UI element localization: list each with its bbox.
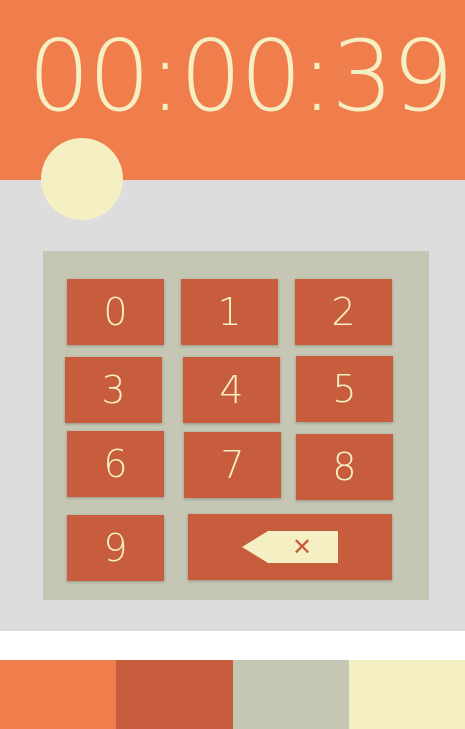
key-8[interactable]: 8 [296,434,393,500]
color-palette [0,660,465,729]
key-0[interactable]: 0 [67,279,164,345]
key-3[interactable]: 3 [65,357,162,423]
swatch-rust [116,660,233,729]
backspace-key[interactable]: ✕ [188,514,392,580]
keypad: 0 1 2 3 4 5 6 7 8 9 ✕ [43,251,429,600]
timer-display: 00:00:39 [27,20,454,134]
backspace-icon: ✕ [242,531,338,563]
key-7[interactable]: 7 [184,432,281,498]
swatch-cream [348,660,465,729]
app-screen: 00:00:39 0 1 2 3 4 5 6 7 8 9 ✕ [0,0,465,729]
key-4[interactable]: 4 [183,357,280,423]
swatch-orange [0,660,117,729]
action-button[interactable] [41,138,123,220]
key-2[interactable]: 2 [295,279,392,345]
key-6[interactable]: 6 [67,431,164,497]
key-5[interactable]: 5 [296,356,393,422]
swatch-gray-beige [232,660,349,729]
backspace-x-symbol: ✕ [292,533,313,561]
key-1[interactable]: 1 [181,279,278,345]
key-9[interactable]: 9 [67,515,164,581]
